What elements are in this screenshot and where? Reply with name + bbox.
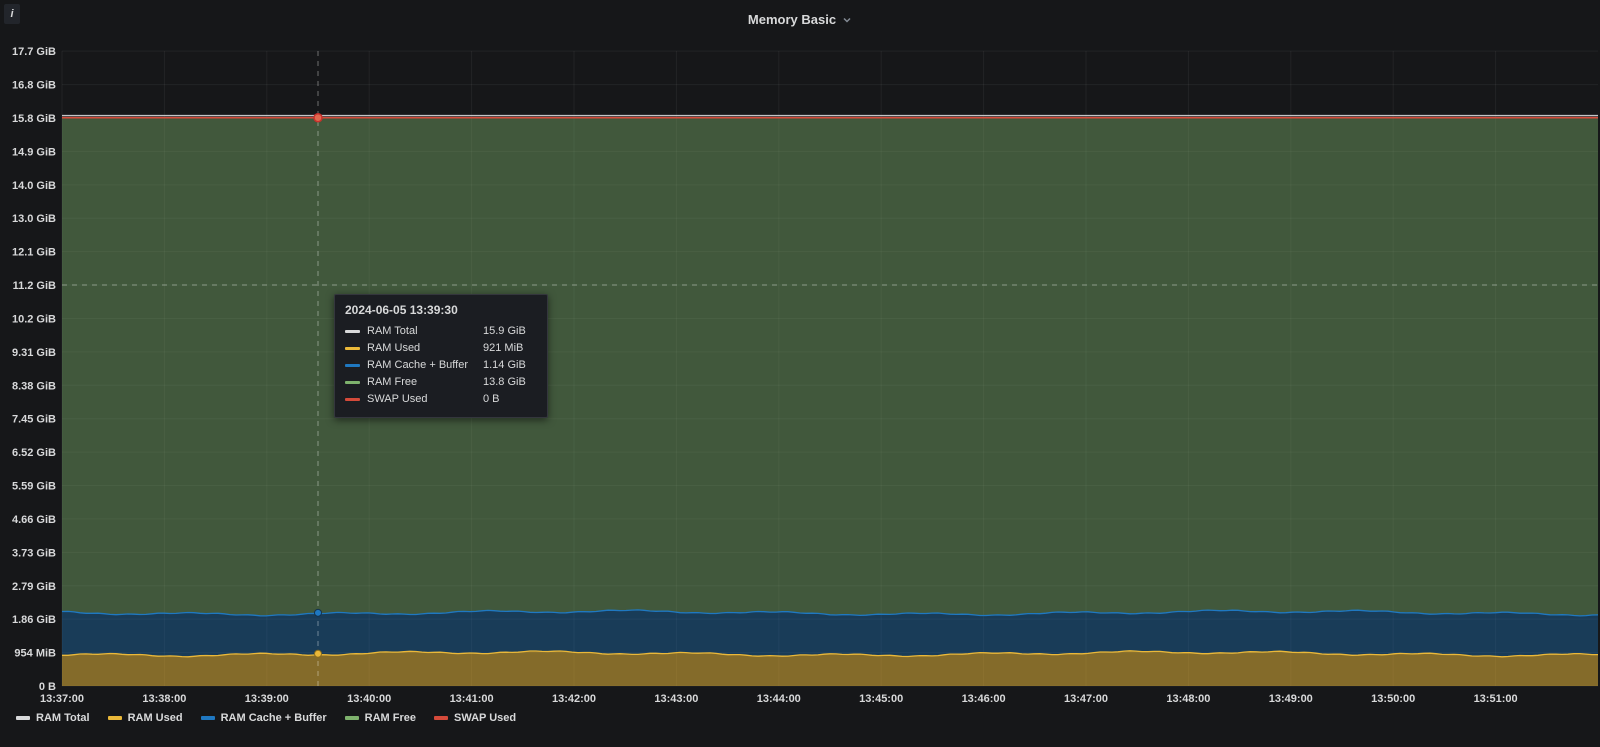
legend-swatch [434,716,448,720]
tooltip-series-swatch [345,381,360,384]
tooltip-rows: RAM Total15.9 GiBRAM Used921 MiBRAM Cach… [345,324,537,407]
marker-ram-cache-buffer [315,609,322,616]
tooltip-series-name: SWAP Used [367,392,483,407]
x-axis-label: 13:44:00 [757,693,801,705]
legend-item-swap-used[interactable]: SWAP Used [434,712,516,724]
legend-swatch [201,716,215,720]
chevron-down-icon [842,15,852,25]
y-axis-label: 14.0 GiB [12,180,56,192]
tooltip-series-value: 0 B [483,392,537,407]
y-axis-label: 5.59 GiB [12,481,56,493]
tooltip-timestamp: 2024-06-05 13:39:30 [345,303,537,318]
area-ram-cache-buffer [62,610,1598,657]
legend-label: SWAP Used [454,712,516,724]
x-axis-label: 13:51:00 [1474,693,1518,705]
y-axis-label: 11.2 GiB [13,280,56,292]
legend-label: RAM Used [128,712,183,724]
panel-info-icon[interactable]: i [4,4,20,24]
y-axis-label: 12.1 GiB [12,247,56,259]
panel-title-text: Memory Basic [748,12,836,27]
x-axis-label: 13:50:00 [1371,693,1415,705]
y-axis-label: 7.45 GiB [12,414,56,426]
legend-label: RAM Total [36,712,90,724]
y-axis-label: 2.79 GiB [12,581,56,593]
tooltip-series-swatch [345,347,360,350]
tooltip-series-value: 1.14 GiB [483,358,537,373]
x-axis-label: 13:45:00 [859,693,903,705]
y-axis-label: 16.8 GiB [12,80,56,92]
tooltip-series-swatch [345,398,360,401]
y-axis-label: 17.7 GiB [12,46,56,58]
legend-swatch [108,716,122,720]
marker-swap-used [314,114,322,122]
legend: RAM Total RAM Used RAM Cache + Buffer RAM F… [16,707,516,729]
tooltip-row: RAM Used921 MiB [345,341,537,356]
tooltip-row: SWAP Used0 B [345,392,537,407]
info-icon-glyph: i [10,8,13,20]
y-axis-label: 1.86 GiB [12,614,56,626]
y-axis-label: 954 MiB [14,648,56,660]
panel-title[interactable]: Memory Basic [748,12,852,27]
memory-chart[interactable]: 0 B 954 MiB 1.86 GiB 2.79 GiB 3.73 GiB 4.66 G… [0,0,1600,742]
legend-swatch [16,716,30,720]
y-axis-label: 10.2 GiB [12,313,56,325]
tooltip-series-name: RAM Used [367,341,483,356]
marker-ram-used [315,650,322,657]
x-axis-label: 13:38:00 [142,693,186,705]
tooltip-row: RAM Total15.9 GiB [345,324,537,339]
legend-item-ram-used[interactable]: RAM Used [108,712,183,724]
y-axis-label: 4.66 GiB [12,514,56,526]
y-axis-label: 14.9 GiB [12,146,56,158]
legend-label: RAM Cache + Buffer [221,712,327,724]
tooltip-series-value: 15.9 GiB [483,324,537,339]
y-axis-label: 8.38 GiB [12,380,56,392]
tooltip-series-name: RAM Free [367,375,483,390]
x-axis-label: 13:43:00 [654,693,698,705]
x-axis-label: 13:39:00 [245,693,289,705]
tooltip-series-swatch [345,364,360,367]
y-axis-label: 15.8 GiB [12,113,56,125]
x-axis-label: 13:42:00 [552,693,596,705]
tooltip: 2024-06-05 13:39:30 RAM Total15.9 GiBRAM… [334,294,548,418]
tooltip-series-name: RAM Cache + Buffer [367,358,483,373]
legend-label: RAM Free [365,712,416,724]
memory-basic-panel: Memory Basic i 0 B 954 MiB 1.86 GiB 2.79 Gi… [0,0,1600,742]
x-axis-label: 13:48:00 [1166,693,1210,705]
y-axis-label: 13.0 GiB [12,213,56,225]
tooltip-row: RAM Free13.8 GiB [345,375,537,390]
series-areas [62,117,1598,686]
area-ram-free [62,117,1598,616]
y-axis-label: 3.73 GiB [12,547,56,559]
tooltip-series-name: RAM Total [367,324,483,339]
x-axis-label: 13:47:00 [1064,693,1108,705]
x-axis-label: 13:46:00 [962,693,1006,705]
y-axis-label: 6.52 GiB [12,447,56,459]
y-axis-label: 9.31 GiB [12,347,56,359]
x-axis-label: 13:49:00 [1269,693,1313,705]
x-axis-label: 13:40:00 [347,693,391,705]
legend-item-ram-total[interactable]: RAM Total [16,712,90,724]
legend-item-ram-cache-buffer[interactable]: RAM Cache + Buffer [201,712,327,724]
tooltip-series-value: 13.8 GiB [483,375,537,390]
x-axis-label: 13:37:00 [40,693,84,705]
tooltip-series-swatch [345,330,360,333]
tooltip-series-value: 921 MiB [483,341,537,356]
legend-item-ram-free[interactable]: RAM Free [345,712,416,724]
panel-header: Memory Basic [0,0,1600,38]
area-ram-used [62,651,1598,686]
tooltip-row: RAM Cache + Buffer1.14 GiB [345,358,537,373]
legend-swatch [345,716,359,720]
x-axis-label: 13:41:00 [450,693,494,705]
y-axis-label: 0 B [39,681,56,693]
